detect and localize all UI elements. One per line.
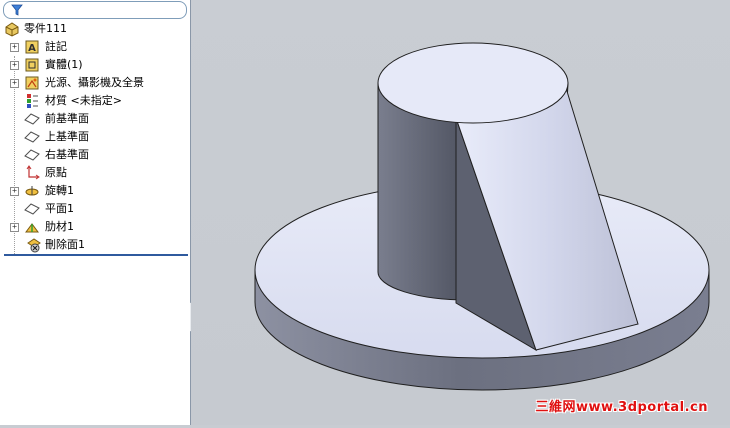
expand-toggle[interactable]: + — [10, 187, 19, 196]
tree-item-label: 材質 <未指定> — [45, 94, 122, 107]
svg-text:A: A — [28, 43, 36, 54]
tree-item-delete-face1[interactable]: 刪除面1 — [0, 236, 188, 254]
tree-item-label: 肋材1 — [45, 220, 74, 233]
lights-camera-scene-icon — [25, 76, 39, 90]
plane-icon — [24, 203, 40, 215]
tree-item-revolve1[interactable]: + 旋轉1 — [0, 182, 188, 200]
boss-cylinder-top — [377, 42, 569, 124]
tree-item-top-plane[interactable]: 上基準面 — [0, 128, 188, 146]
delete-face-icon — [27, 238, 41, 253]
filter-icon — [11, 4, 23, 16]
rollback-bar[interactable] — [4, 254, 188, 256]
tree-item-label: 光源、攝影機及全景 — [45, 76, 144, 89]
revolve-icon — [25, 186, 39, 196]
tree-root-part[interactable]: 零件111 — [0, 20, 188, 38]
tree-item-label: 上基準面 — [45, 130, 89, 143]
tree-item-plane1[interactable]: 平面1 — [0, 200, 188, 218]
3d-model — [254, 42, 710, 391]
tree-item-label: 右基準面 — [45, 148, 89, 161]
tree-item-label: 旋轉1 — [45, 184, 74, 197]
tree-item-label: 刪除面1 — [45, 238, 85, 251]
tree-item-right-plane[interactable]: 右基準面 — [0, 146, 188, 164]
tree-item-origin[interactable]: 原點 — [0, 164, 188, 182]
origin-icon — [26, 165, 40, 180]
plane-icon — [24, 149, 40, 161]
part-icon — [5, 22, 19, 37]
feature-manager-panel: 零件111 + A 註記 + 實體(1) + 光源、攝影機及全景 材質 <未指定… — [0, 0, 191, 425]
tree-item-label: 註記 — [45, 40, 67, 53]
solid-body-icon — [25, 58, 39, 72]
graphics-viewport[interactable]: 三維网www.3dportal.cn — [191, 0, 730, 425]
filter-input[interactable] — [3, 1, 187, 19]
tree-item-rib1[interactable]: + 肋材1 — [0, 218, 188, 236]
expand-toggle[interactable]: + — [10, 223, 19, 232]
tree-item-lights-cameras[interactable]: + 光源、攝影機及全景 — [0, 74, 188, 92]
tree-item-label: 前基準面 — [45, 112, 89, 125]
rib-icon — [25, 223, 39, 233]
plane-icon — [24, 131, 40, 143]
watermark-text: 三維网www.3dportal.cn — [535, 400, 708, 415]
expand-toggle[interactable]: + — [10, 79, 19, 88]
tree-item-annotations[interactable]: + A 註記 — [0, 38, 188, 56]
tree-item-label: 平面1 — [45, 202, 74, 215]
material-icon — [27, 94, 38, 108]
expand-toggle[interactable]: + — [10, 43, 19, 52]
annotation-icon: A — [25, 40, 39, 54]
tree-item-label: 實體(1) — [45, 58, 83, 71]
plane-icon — [24, 113, 40, 125]
tree-item-front-plane[interactable]: 前基準面 — [0, 110, 188, 128]
tree-root-label: 零件111 — [24, 22, 67, 35]
tree-item-material[interactable]: 材質 <未指定> — [0, 92, 188, 110]
tree-item-solid-bodies[interactable]: + 實體(1) — [0, 56, 188, 74]
expand-toggle[interactable]: + — [10, 61, 19, 70]
tree-item-label: 原點 — [45, 166, 67, 179]
